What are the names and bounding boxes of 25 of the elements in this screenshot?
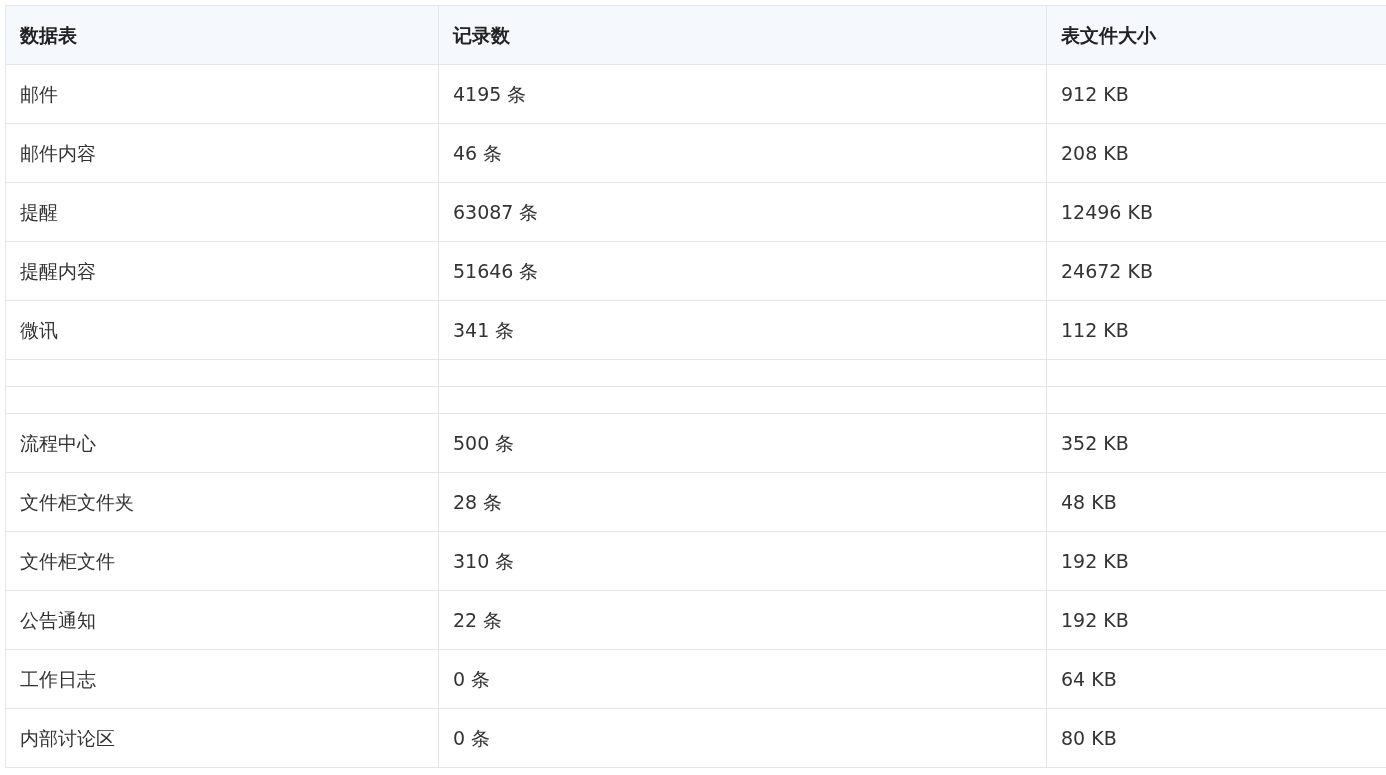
table-cell: 500 条: [438, 413, 1047, 473]
table-cell: 22 条: [438, 590, 1047, 650]
table-cell: 0 条: [438, 708, 1047, 768]
column-header: 数据表: [5, 5, 439, 65]
table-cell: 邮件: [5, 64, 439, 124]
table-cell: 文件柜文件: [5, 531, 439, 591]
table-cell: 0 条: [438, 649, 1047, 709]
table-cell: 内部讨论区: [5, 708, 439, 768]
table-cell: 提醒: [5, 182, 439, 242]
table-cell: 微讯: [5, 300, 439, 360]
table-cell: 4195 条: [438, 64, 1047, 124]
table-cell: 63087 条: [438, 182, 1047, 242]
table-cell: 310 条: [438, 531, 1047, 591]
table-cell: 流程中心: [5, 413, 439, 473]
table-cell: 公告通知: [5, 590, 439, 650]
table-cell: 51646 条: [438, 241, 1047, 301]
table-cell: 28 条: [438, 472, 1047, 532]
table-cell: 提醒内容: [5, 241, 439, 301]
table-cell: 46 条: [438, 123, 1047, 183]
table-cell: 邮件内容: [5, 123, 439, 183]
column-header: 记录数: [438, 5, 1047, 65]
table-cell: 341 条: [438, 300, 1047, 360]
table-cell: 文件柜文件夹: [5, 472, 439, 532]
table-cell: 工作日志: [5, 649, 439, 709]
column-header: 表文件大小: [1046, 5, 1386, 65]
